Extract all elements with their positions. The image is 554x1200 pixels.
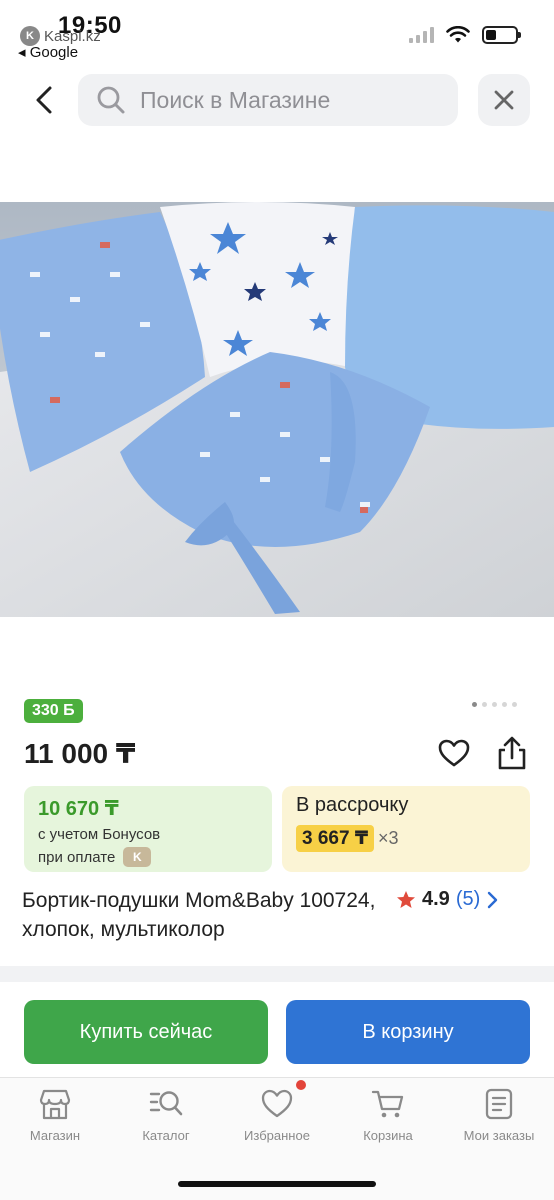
cart-icon: [371, 1090, 404, 1118]
buy-now-button[interactable]: Купить сейчас: [24, 1000, 268, 1064]
carousel-dot: [512, 702, 517, 707]
share-button[interactable]: [494, 734, 530, 772]
installment-multiplier: ×3: [378, 828, 399, 848]
kaspi-gold-icon: K: [123, 847, 152, 867]
bonus-caption-line1: с учетом Бонусов: [38, 826, 161, 843]
search-placeholder: Поиск в Магазине: [140, 86, 331, 113]
status-icons: [409, 26, 521, 44]
tab-favorites[interactable]: Избранное: [222, 1080, 332, 1143]
battery-icon: [482, 26, 521, 44]
share-icon: [498, 736, 526, 770]
product-title: Бортик-подушки Mom&Baby 100724, хлопок, …: [22, 889, 376, 941]
orders-icon: [485, 1088, 513, 1120]
search-icon: [97, 86, 125, 114]
tab-catalog[interactable]: Каталог: [111, 1088, 221, 1143]
heart-icon: [261, 1089, 293, 1118]
tab-orders[interactable]: Мои заказы: [444, 1088, 554, 1143]
installment-title: В рассрочку: [296, 794, 409, 816]
tab-store[interactable]: Магазин: [0, 1088, 110, 1143]
tab-catalog-label: Каталог: [142, 1128, 190, 1143]
tab-orders-label: Мои заказы: [463, 1128, 535, 1143]
notification-dot: [296, 1080, 306, 1090]
bonus-price: 10 670 ₸: [38, 798, 119, 820]
star-icon: [397, 890, 415, 908]
back-to-google[interactable]: ◂ Google: [18, 43, 78, 61]
heart-icon: [438, 739, 470, 767]
carousel-dot: [482, 702, 487, 707]
tab-favorites-label: Избранное: [244, 1128, 310, 1143]
bonus-caption-text: при оплате: [38, 848, 116, 866]
close-button[interactable]: [478, 74, 530, 126]
header: Поиск в Магазине: [0, 72, 554, 128]
product-image[interactable]: [0, 202, 554, 617]
carousel-dot: [492, 702, 497, 707]
catalog-search-icon: [149, 1091, 183, 1116]
review-count[interactable]: (5): [456, 888, 480, 911]
wifi-icon: [446, 26, 470, 43]
add-to-cart-button[interactable]: В корзину: [286, 1000, 530, 1064]
chevron-right-icon: [488, 891, 498, 908]
favorites-icon-wrap: [260, 1080, 306, 1120]
search-input[interactable]: Поиск в Магазине: [78, 74, 458, 126]
home-indicator: [178, 1181, 376, 1187]
back-button[interactable]: [24, 80, 64, 120]
image-carousel-dots: [472, 702, 517, 707]
product-rating[interactable]: 4.9 (5): [396, 888, 498, 911]
status-bar: 19:50 K Kaspi.kz ◂ Google: [0, 0, 554, 66]
close-icon: [494, 90, 514, 110]
cellular-signal-icon: [409, 27, 434, 43]
chevron-left-icon: [36, 86, 52, 114]
bonus-badge: 330 Б: [24, 699, 83, 723]
store-icon: [39, 1089, 71, 1120]
carousel-dot: [502, 702, 507, 707]
bonus-price-card[interactable]: 10 670 ₸ с учетом Бонусов при оплате K: [24, 786, 272, 872]
add-to-favorites-button[interactable]: [436, 736, 472, 770]
tab-cart-label: Корзина: [363, 1128, 413, 1143]
tab-store-label: Магазин: [29, 1128, 81, 1143]
bonus-caption-line2: при оплате K: [38, 847, 258, 867]
carousel-dot-active: [472, 702, 477, 707]
tab-cart[interactable]: Корзина: [333, 1088, 443, 1143]
section-divider: [0, 966, 554, 982]
source-app-label: Kaspi.kz: [44, 27, 101, 45]
installment-amount: 3 667 ₸: [296, 825, 375, 852]
installment-card[interactable]: В рассрочку 3 667 ₸ ×3: [282, 786, 530, 872]
product-price: 11 000 ₸: [24, 738, 136, 769]
installment-row: 3 667 ₸ ×3: [296, 825, 516, 852]
rating-value: 4.9: [422, 888, 450, 910]
